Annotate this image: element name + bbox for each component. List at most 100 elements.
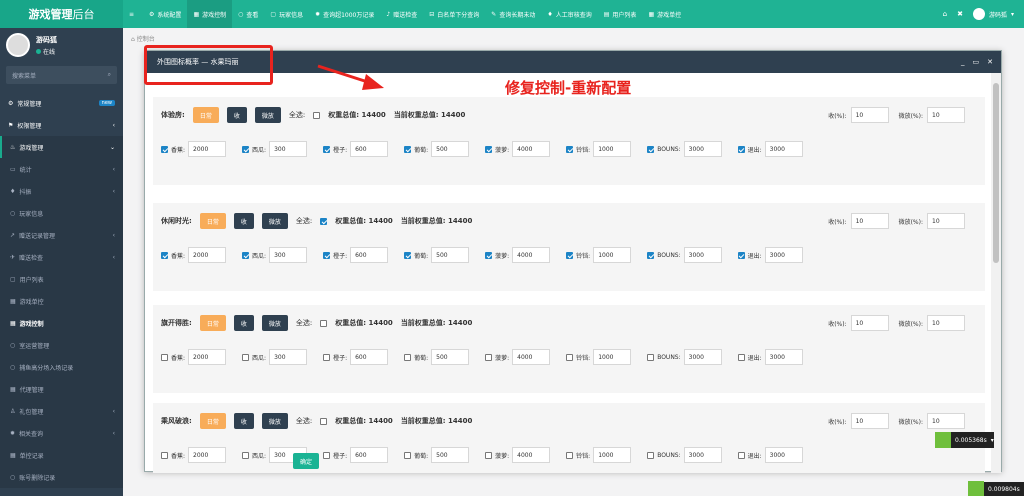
fruit-weight-input[interactable]: 600 xyxy=(350,247,389,263)
micro-pct-input[interactable]: 10 xyxy=(927,413,965,429)
top-nav-item[interactable]: ✹ 查询超1000万记录 xyxy=(309,0,380,28)
fruit-checkbox[interactable] xyxy=(161,353,168,361)
top-nav-item[interactable]: ♪ 赠送检查 xyxy=(380,0,423,28)
fruit-weight-input[interactable]: 4000 xyxy=(512,247,551,263)
sidebar-menu-item[interactable]: ♨ 游戏管理 ⌄ xyxy=(0,136,123,158)
collect-button[interactable]: 收 xyxy=(233,413,254,429)
fruit-checkbox[interactable] xyxy=(323,451,331,459)
collect-pct-input[interactable]: 10 xyxy=(850,315,889,331)
fruit-checkbox[interactable] xyxy=(242,251,250,259)
maximize-icon[interactable]: ▭ xyxy=(973,58,980,66)
top-nav-item[interactable]: ▢ 玩家信息 xyxy=(264,0,309,28)
fruit-checkbox[interactable] xyxy=(485,353,493,361)
fruit-weight-input[interactable]: 2000 xyxy=(188,247,227,263)
debug-timer[interactable]: 0.005368s ▾ xyxy=(935,432,994,448)
top-nav-item[interactable]: ▦ 游戏单控 xyxy=(642,0,687,28)
fruit-checkbox[interactable] xyxy=(737,451,745,459)
debug-timer-page[interactable]: 0.009804s xyxy=(968,481,1024,496)
collect-button[interactable]: 收 xyxy=(233,315,254,331)
micro-pct-input[interactable]: 10 xyxy=(927,107,965,123)
fruit-weight-input[interactable]: 3000 xyxy=(683,349,722,365)
sidebar-menu-item[interactable]: ○ 账号删除记录 xyxy=(0,466,123,488)
fruit-weight-input[interactable]: 2000 xyxy=(188,349,227,365)
sidebar-menu-item[interactable]: ▦ 游戏单控 xyxy=(0,290,123,312)
top-nav-item[interactable]: ≡ xyxy=(123,0,143,28)
micro-pct-input[interactable]: 10 xyxy=(927,213,965,229)
sidebar-menu-item[interactable]: ▢ 用户列表 xyxy=(0,268,123,290)
minimize-icon[interactable]: _ xyxy=(961,58,965,66)
collect-pct-input[interactable]: 10 xyxy=(850,213,889,229)
fruit-checkbox[interactable] xyxy=(161,251,168,259)
fruit-checkbox[interactable] xyxy=(404,145,412,153)
sidebar-menu-item[interactable]: ○ 捕鱼高分场入场记录 xyxy=(0,356,123,378)
fruit-checkbox[interactable] xyxy=(647,145,655,153)
micro-pct-input[interactable]: 10 xyxy=(927,315,965,331)
collect-button[interactable]: 收 xyxy=(233,213,254,229)
fruit-weight-input[interactable]: 3000 xyxy=(683,247,722,263)
normal-button[interactable]: 日常 xyxy=(199,315,226,331)
tools-icon[interactable]: ✖ xyxy=(957,10,963,18)
modal-scrollbar[interactable] xyxy=(991,73,1001,473)
fruit-weight-input[interactable]: 3000 xyxy=(683,141,722,157)
normal-button[interactable]: 日常 xyxy=(192,107,219,123)
fruit-weight-input[interactable]: 500 xyxy=(431,247,470,263)
user-menu[interactable]: 游码狐 ▾ xyxy=(972,8,1014,20)
sidebar-menu-item[interactable]: ⚙ 常规管理 new xyxy=(0,92,123,114)
fruit-weight-input[interactable]: 4000 xyxy=(512,141,551,157)
scrollbar-thumb[interactable] xyxy=(993,83,999,263)
fruit-weight-input[interactable]: 2000 xyxy=(188,141,227,157)
sidebar-menu-item[interactable]: ▭ 统计 ‹ xyxy=(0,158,123,180)
fruit-weight-input[interactable]: 4000 xyxy=(512,349,551,365)
fruit-checkbox[interactable] xyxy=(161,451,168,459)
sidebar-menu-item[interactable]: ✹ 相关查询 ‹ xyxy=(0,422,123,444)
fruit-weight-input[interactable]: 1000 xyxy=(593,349,632,365)
fruit-checkbox[interactable] xyxy=(242,451,250,459)
fruit-weight-input[interactable]: 600 xyxy=(350,447,389,463)
fruit-weight-input[interactable]: 600 xyxy=(350,349,389,365)
top-nav-item[interactable]: ▦ 游戏控制 xyxy=(187,0,233,28)
normal-button[interactable]: 日常 xyxy=(199,413,226,429)
fruit-checkbox[interactable] xyxy=(323,145,331,153)
sidebar-menu-item[interactable]: ▦ 单控记录 xyxy=(0,444,123,466)
select-all-checkbox[interactable] xyxy=(320,319,328,327)
fruit-checkbox[interactable] xyxy=(323,353,331,361)
fruit-checkbox[interactable] xyxy=(566,251,574,259)
fruit-weight-input[interactable]: 1000 xyxy=(593,247,632,263)
fruit-weight-input[interactable]: 1000 xyxy=(593,447,632,463)
select-all-checkbox[interactable] xyxy=(320,417,328,425)
fruit-checkbox[interactable] xyxy=(647,353,655,361)
fruit-checkbox[interactable] xyxy=(566,145,574,153)
fruit-checkbox[interactable] xyxy=(737,251,745,259)
collect-pct-input[interactable]: 10 xyxy=(850,107,889,123)
fruit-weight-input[interactable]: 500 xyxy=(431,447,470,463)
fruit-checkbox[interactable] xyxy=(737,145,745,153)
fruit-weight-input[interactable]: 600 xyxy=(350,141,389,157)
sidebar-menu-item[interactable]: ○ 玩家信息 xyxy=(0,202,123,224)
top-nav-item[interactable]: ⚙ 系统配置 xyxy=(143,0,187,28)
micro-release-button[interactable]: 微放 xyxy=(261,413,288,429)
fruit-checkbox[interactable] xyxy=(404,353,412,361)
fruit-weight-input[interactable]: 1000 xyxy=(593,141,632,157)
home-icon[interactable]: ⌂ xyxy=(943,10,947,18)
sidebar-menu-item[interactable]: ↗ 赠送记录管理 ‹ xyxy=(0,224,123,246)
fruit-checkbox[interactable] xyxy=(647,251,655,259)
fruit-checkbox[interactable] xyxy=(737,353,745,361)
fruit-checkbox[interactable] xyxy=(485,451,493,459)
sidebar-menu-item[interactable]: ♙ 礼包管理 ‹ xyxy=(0,400,123,422)
fruit-weight-input[interactable]: 2000 xyxy=(188,447,227,463)
select-all-checkbox[interactable] xyxy=(320,217,328,225)
micro-release-button[interactable]: 微放 xyxy=(254,107,281,123)
micro-release-button[interactable]: 微放 xyxy=(261,213,288,229)
fruit-checkbox[interactable] xyxy=(242,145,250,153)
micro-release-button[interactable]: 微放 xyxy=(261,315,288,331)
sidebar-menu-item[interactable]: ▦ 代理管理 xyxy=(0,378,123,400)
sidebar-menu-item[interactable]: ▦ 游戏控制 xyxy=(0,312,123,334)
fruit-weight-input[interactable]: 300 xyxy=(269,141,308,157)
fruit-checkbox[interactable] xyxy=(404,251,412,259)
top-nav-item[interactable]: ▤ 用户列表 xyxy=(598,0,643,28)
fruit-weight-input[interactable]: 3000 xyxy=(764,349,803,365)
fruit-checkbox[interactable] xyxy=(242,353,250,361)
fruit-weight-input[interactable]: 500 xyxy=(431,141,470,157)
top-nav-item[interactable]: ♦ 人工审核查询 xyxy=(541,0,597,28)
fruit-weight-input[interactable]: 3000 xyxy=(683,447,722,463)
